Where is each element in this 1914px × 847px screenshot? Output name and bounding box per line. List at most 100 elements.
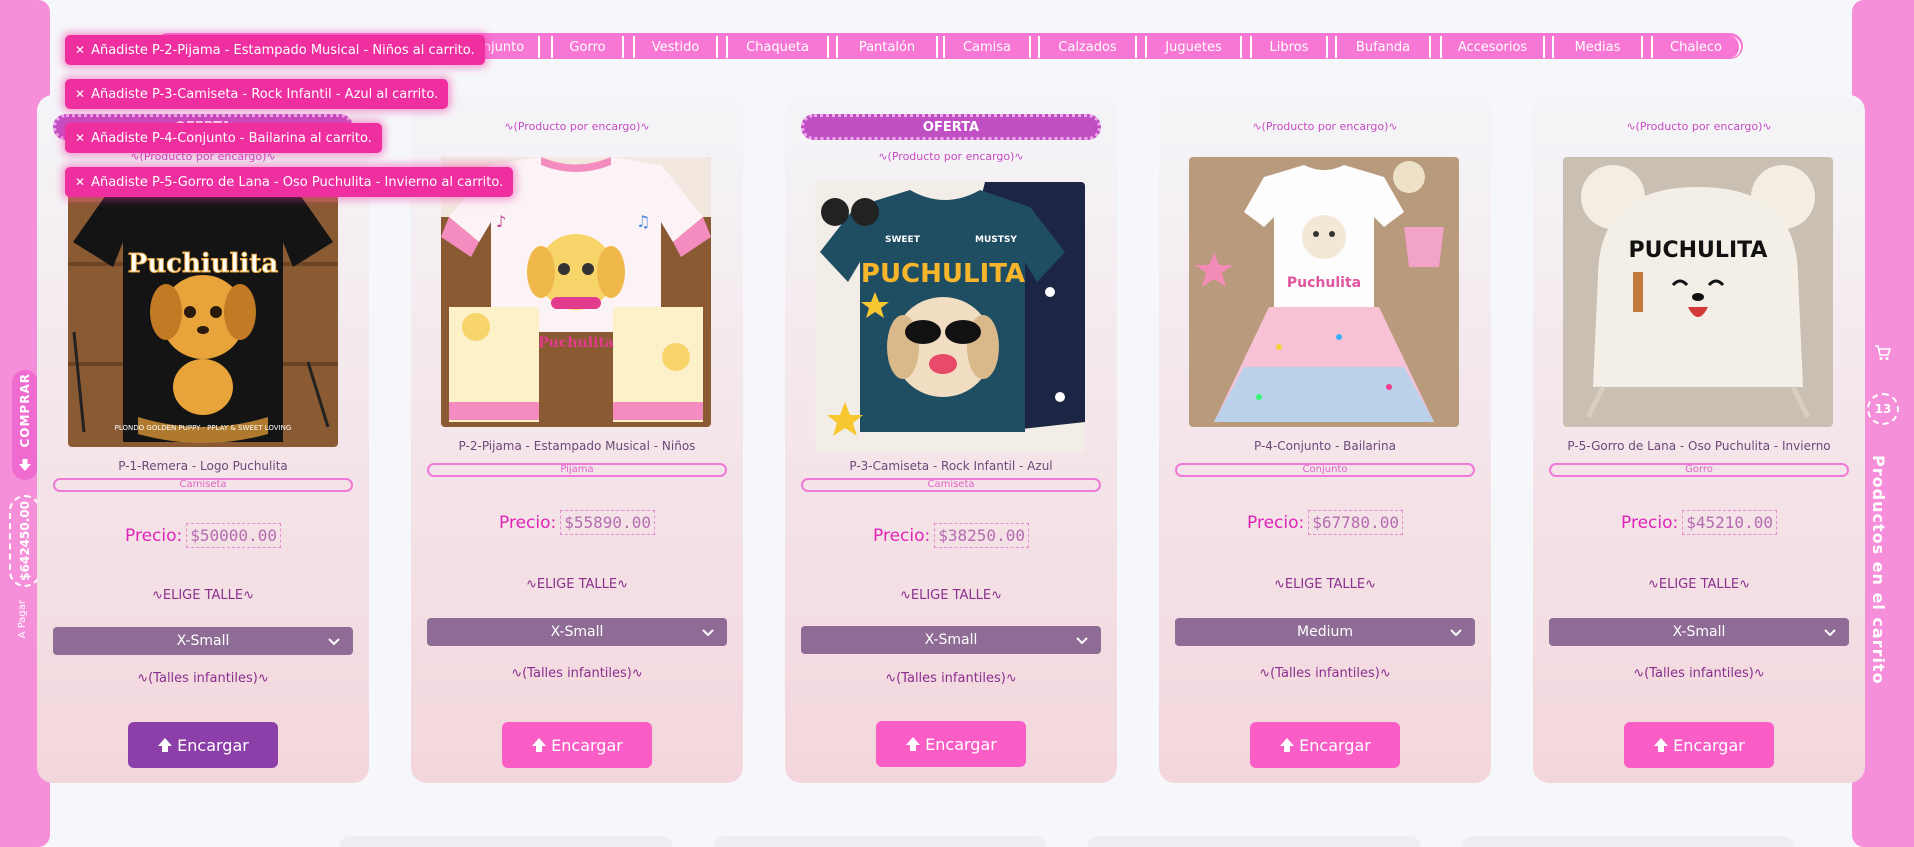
close-icon[interactable]: ✕	[75, 175, 85, 189]
toast-notification[interactable]: ✕ Añadiste P-3-Camiseta - Rock Infantil …	[65, 79, 449, 109]
price-row: Precio: $45210.00	[1533, 510, 1865, 535]
size-value: X-Small	[1672, 624, 1726, 640]
product-image[interactable]: PUCHULITA	[1563, 157, 1833, 427]
category-tab[interactable]: Juguetes	[1145, 36, 1242, 58]
size-title: ∿ELIGE TALLE∿	[525, 577, 629, 592]
size-note: ∿(Talles infantiles)∿	[885, 671, 1017, 686]
chevron-down-icon	[1450, 629, 1462, 637]
price-value: $38250.00	[934, 523, 1029, 548]
size-value: Medium	[1297, 624, 1353, 640]
p1-sub-text: PLONDO GOLDEN PUPPY · PPLAY & SWEET LOVI…	[115, 424, 292, 432]
close-icon[interactable]: ✕	[75, 87, 85, 101]
order-button-label: Encargar	[177, 735, 249, 755]
arrow-up-icon	[532, 738, 547, 752]
by-order-label: ∿(Producto por encargo)∿	[1626, 120, 1772, 133]
price-label: Precio:	[1247, 512, 1305, 533]
product-name: P-4-Conjunto - Bailarina	[1254, 439, 1396, 453]
buy-label: COMPRAR	[18, 373, 32, 448]
category-tag: Camiseta	[801, 478, 1101, 492]
size-select[interactable]: X-Small	[53, 627, 353, 655]
size-select[interactable]: X-Small	[801, 626, 1101, 654]
product-name: P-2-Pijama - Estampado Musical - Niños	[458, 439, 696, 453]
size-value: X-Small	[550, 624, 604, 640]
category-tag: Camiseta	[53, 478, 353, 492]
product-name: P-5-Gorro de Lana - Oso Puchulita - Invi…	[1567, 439, 1831, 453]
price-value: $50000.00	[186, 523, 281, 548]
category-tab[interactable]: Pantalón	[836, 36, 938, 58]
category-tab[interactable]: Libros	[1250, 36, 1328, 58]
category-tab[interactable]: Medias	[1552, 36, 1643, 58]
p3-top-right-text: MUSTSY	[975, 235, 1017, 245]
order-button-label: Encargar	[1299, 735, 1371, 755]
price-value: $67780.00	[1308, 510, 1403, 535]
cart-title: Productos en el carrito	[1869, 455, 1888, 685]
order-button[interactable]: Encargar	[128, 722, 278, 768]
product-image[interactable]: Puchulita	[1189, 157, 1459, 427]
toast-message: Añadiste P-3-Camiseta - Rock Infantil - …	[91, 86, 439, 102]
size-value: X-Small	[176, 633, 230, 649]
size-select[interactable]: Medium	[1175, 618, 1475, 646]
size-note: ∿(Talles infantiles)∿	[137, 671, 269, 686]
category-tab[interactable]: Gorro	[551, 36, 624, 58]
order-button-label: Encargar	[1673, 735, 1745, 755]
category-tag: Conjunto	[1175, 463, 1475, 477]
price-row: Precio: $55890.00	[411, 510, 743, 535]
order-button-label: Encargar	[925, 734, 997, 754]
p4-logo-text: Puchulita	[1287, 275, 1361, 291]
order-button[interactable]: Encargar	[1624, 722, 1774, 768]
toast-notification[interactable]: ✕ Añadiste P-5-Gorro de Lana - Oso Puchu…	[65, 167, 514, 197]
size-title: ∿ELIGE TALLE∿	[1273, 577, 1377, 592]
category-tab[interactable]: Vestido	[633, 36, 718, 58]
price-row: Precio: $50000.00	[37, 523, 369, 548]
cart-icon[interactable]	[1874, 344, 1892, 362]
product-image[interactable]: Puchiulita PLONDO GOLDEN PUPPY · PPLAY &…	[68, 172, 338, 447]
product-image[interactable]: ♪ ♫ Puchulita	[441, 157, 711, 427]
p5-logo-text: PUCHULITA	[1629, 238, 1768, 263]
category-tab[interactable]: Bufanda	[1335, 36, 1431, 58]
order-button[interactable]: Encargar	[876, 721, 1026, 767]
price-label: Precio:	[125, 525, 183, 546]
close-icon[interactable]: ✕	[75, 43, 85, 57]
product-card: OFERTA ∿(Producto por encargo)∿ Puchiuli…	[37, 95, 369, 783]
size-select[interactable]: X-Small	[427, 618, 727, 646]
price-label: Precio:	[873, 525, 931, 546]
product-image[interactable]: PUCHULITA SWEET MUSTSY	[815, 182, 1085, 452]
price-value: $55890.00	[560, 510, 655, 535]
category-tab[interactable]: Camisa	[943, 36, 1031, 58]
product-card: OFERTA ∿(Producto por encargo)∿ PUCHULIT…	[785, 95, 1117, 783]
price-row: Precio: $38250.00	[785, 523, 1117, 548]
offer-badge: OFERTA	[801, 114, 1101, 140]
cart-count-badge: 13	[1867, 393, 1899, 425]
size-title: ∿ELIGE TALLE∿	[1647, 577, 1751, 592]
next-row-hint	[340, 836, 1900, 847]
category-tab[interactable]: Chaqueta	[726, 36, 829, 58]
svg-text:♫: ♫	[636, 212, 650, 231]
size-note: ∿(Talles infantiles)∿	[1259, 666, 1391, 681]
buy-button[interactable]: COMPRAR	[12, 370, 38, 480]
price-row: Precio: $67780.00	[1159, 510, 1491, 535]
price-label: Precio:	[1621, 512, 1679, 533]
toast-notification[interactable]: ✕ Añadiste P-2-Pijama - Estampado Musica…	[65, 35, 485, 65]
size-select[interactable]: X-Small	[1549, 618, 1849, 646]
product-card: ∿(Producto por encargo)∿ ♪ ♫ Puchulita P-…	[411, 95, 743, 783]
size-value: X-Small	[924, 632, 978, 648]
close-icon[interactable]: ✕	[75, 131, 85, 145]
arrow-up-icon	[906, 737, 921, 751]
product-card: ∿(Producto por encargo)∿ PUCHULITA P-5-G…	[1533, 95, 1865, 783]
order-button[interactable]: Encargar	[1250, 722, 1400, 768]
toast-notification[interactable]: ✕ Añadiste P-4-Conjunto - Bailarina al c…	[65, 123, 382, 153]
arrow-up-icon	[1280, 738, 1295, 752]
by-order-label: ∿(Producto por encargo)∿	[1252, 120, 1398, 133]
category-tab[interactable]: Calzados	[1038, 36, 1137, 58]
chevron-down-icon	[1824, 629, 1836, 637]
size-title: ∿ELIGE TALLE∿	[899, 588, 1003, 603]
toast-message: Añadiste P-4-Conjunto - Bailarina al car…	[91, 130, 372, 146]
product-name: P-3-Camiseta - Rock Infantil - Azul	[849, 459, 1053, 473]
order-button[interactable]: Encargar	[502, 722, 652, 768]
category-tag: Gorro	[1549, 463, 1849, 477]
size-note: ∿(Talles infantiles)∿	[511, 666, 643, 681]
category-tab[interactable]: Accesorios	[1440, 36, 1545, 58]
price-label: Precio:	[499, 512, 557, 533]
category-tab[interactable]: Chaleco	[1651, 36, 1741, 58]
product-card: ∿(Producto por encargo)∿ Puchulita P-4-C…	[1159, 95, 1491, 783]
